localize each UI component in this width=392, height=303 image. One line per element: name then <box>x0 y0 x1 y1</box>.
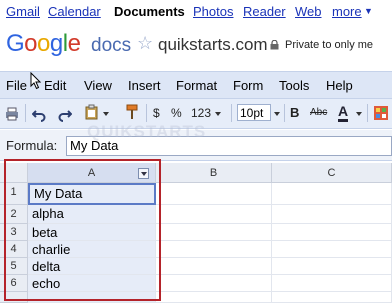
column-header-c[interactable]: C <box>272 163 392 183</box>
cell-c4[interactable] <box>272 241 392 258</box>
currency-format-button[interactable]: $ <box>153 104 160 122</box>
cell-b2[interactable] <box>156 205 272 224</box>
clipboard-icon[interactable] <box>84 103 100 121</box>
menu-insert[interactable]: Insert <box>128 78 161 93</box>
number-format-dropdown-icon[interactable] <box>215 112 221 116</box>
cell-b7[interactable] <box>156 292 272 303</box>
mouse-cursor-icon <box>30 72 42 90</box>
menu-file[interactable]: File <box>6 78 27 93</box>
menu-bar: File Edit View Insert Format Form Tools … <box>0 71 392 99</box>
nav-documents[interactable]: Documents <box>114 4 185 19</box>
borders-icon[interactable] <box>373 104 389 122</box>
lock-icon <box>270 40 279 50</box>
menu-format[interactable]: Format <box>176 78 217 93</box>
nav-photos[interactable]: Photos <box>193 4 233 19</box>
menu-form[interactable]: Form <box>233 78 263 93</box>
strikethrough-button[interactable]: Abc <box>310 104 327 122</box>
cell-b3[interactable] <box>156 224 272 241</box>
cell-c3[interactable] <box>272 224 392 241</box>
watermark: QUIKSTARTS <box>87 122 207 141</box>
cell-c1[interactable] <box>272 183 392 205</box>
more-arrow-icon[interactable]: ▼ <box>364 6 373 16</box>
cell-b1[interactable] <box>156 183 272 205</box>
product-name: docs <box>91 35 132 56</box>
formula-label: Formula: <box>6 138 58 153</box>
percent-format-button[interactable]: % <box>171 104 182 122</box>
cell-b6[interactable] <box>156 275 272 292</box>
menu-help[interactable]: Help <box>326 78 353 93</box>
text-color-button[interactable]: A <box>338 104 349 122</box>
cell-b5[interactable] <box>156 258 272 275</box>
font-size-select[interactable]: 10pt <box>237 104 271 121</box>
menu-edit[interactable]: Edit <box>44 78 66 93</box>
paint-format-icon[interactable] <box>125 103 139 121</box>
top-nav: Gmail Calendar Documents Photos Reader W… <box>0 0 392 22</box>
text-color-dropdown-icon[interactable] <box>356 112 362 116</box>
clipboard-dropdown-icon[interactable] <box>103 112 109 116</box>
redo-icon[interactable] <box>58 106 72 124</box>
nav-reader[interactable]: Reader <box>243 4 286 19</box>
number-format-button[interactable]: 123 <box>191 104 211 122</box>
nav-calendar[interactable]: Calendar <box>48 4 101 19</box>
undo-icon[interactable] <box>32 106 46 124</box>
font-size-dropdown-icon[interactable] <box>274 112 280 116</box>
nav-gmail[interactable]: Gmail <box>6 4 40 19</box>
cell-c6[interactable] <box>272 275 392 292</box>
print-icon[interactable] <box>5 105 19 123</box>
cell-b4[interactable] <box>156 241 272 258</box>
star-icon[interactable]: ☆ <box>137 33 153 54</box>
menu-tools[interactable]: Tools <box>279 78 309 93</box>
column-header-b[interactable]: B <box>156 163 272 183</box>
cell-c7[interactable] <box>272 292 392 303</box>
highlight-frame <box>4 159 161 301</box>
nav-more[interactable]: more <box>332 4 362 19</box>
cell-c2[interactable] <box>272 205 392 224</box>
google-logo: Google <box>6 30 81 57</box>
cell-c5[interactable] <box>272 258 392 275</box>
menu-view[interactable]: View <box>84 78 112 93</box>
nav-web[interactable]: Web <box>295 4 322 19</box>
bold-button[interactable]: B <box>290 104 299 122</box>
document-domain: quikstarts.com <box>158 35 268 54</box>
privacy-status[interactable]: Private to only me <box>285 39 373 51</box>
